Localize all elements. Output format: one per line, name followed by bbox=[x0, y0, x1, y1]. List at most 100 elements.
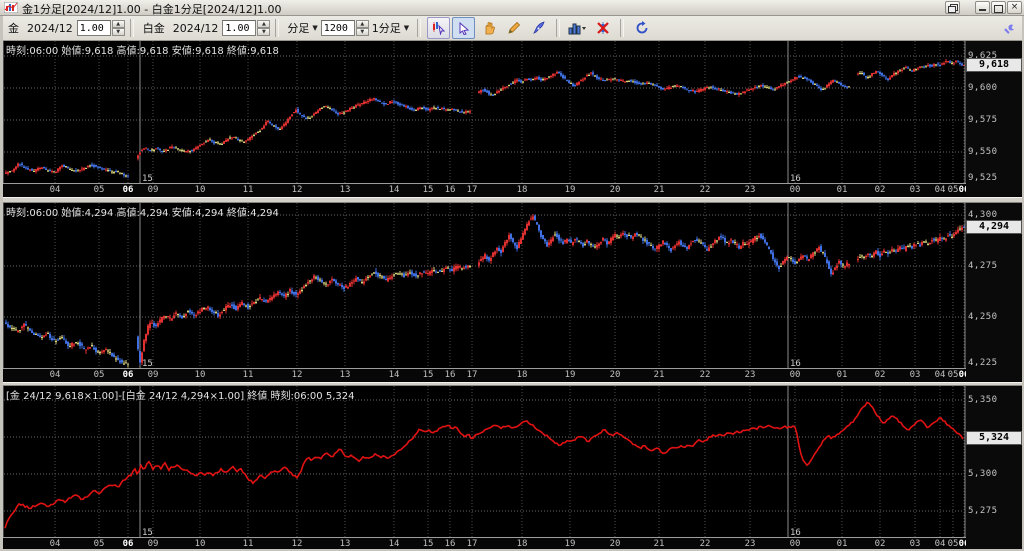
x-axis-label: 23 bbox=[744, 539, 756, 549]
gold-multiplier-input[interactable] bbox=[76, 20, 111, 36]
delete-drawing-button[interactable] bbox=[591, 17, 614, 39]
y-axis-label: 5,275 bbox=[968, 506, 998, 516]
x-axis-label: 11 bbox=[242, 539, 254, 549]
app-chart-icon bbox=[4, 2, 18, 13]
x-axis-label: 19 bbox=[564, 539, 576, 549]
bar-count-stepper[interactable]: ▲ ▼ bbox=[355, 20, 369, 36]
x-axis-label: 15 bbox=[422, 539, 434, 549]
chart-type-button[interactable] bbox=[566, 17, 589, 39]
platinum-contract: 2024/12 bbox=[172, 21, 219, 35]
bar-type-dropdown[interactable]: 分足 ▼ bbox=[287, 20, 317, 36]
x-axis-label: 14 bbox=[388, 370, 400, 380]
x-axis-label: 13 bbox=[339, 185, 351, 195]
cascade-window-icon[interactable] bbox=[945, 1, 960, 14]
draw-pen-button[interactable] bbox=[527, 17, 550, 39]
select-arrow-button[interactable] bbox=[452, 17, 476, 39]
x-axis-label: 21 bbox=[653, 370, 665, 380]
x-axis-label: 20 bbox=[609, 370, 621, 380]
kline-cursor-icon bbox=[433, 22, 446, 35]
x-axis-label: 13 bbox=[339, 370, 351, 380]
chart-window: 金1分足[2024/12]1.00 - 白金1分足[2024/12]1.00 ×… bbox=[0, 0, 1024, 551]
toolbar-separator bbox=[620, 19, 625, 37]
x-axis-label: 10 bbox=[194, 185, 206, 195]
x-axis-label: 00 bbox=[789, 185, 801, 195]
x-axis-label: 21 bbox=[653, 539, 665, 549]
chevron-down-icon: ▼ bbox=[312, 24, 318, 32]
x-axis-label: 16 bbox=[444, 370, 456, 380]
bar-chart-icon bbox=[568, 23, 587, 35]
x-axis-label: 03 bbox=[909, 370, 921, 380]
x-axis-label: 21 bbox=[653, 185, 665, 195]
kline-cursor-button[interactable] bbox=[427, 17, 451, 39]
gold-x-axis: 04 05 06 09 10 11 12 13 14 15 16 17 18 19 20 21 22 23 00 01… bbox=[0, 183, 1022, 196]
y-axis-label: 9,575 bbox=[968, 115, 998, 125]
platinum-chart-canvas[interactable]: 15 16 bbox=[0, 203, 1024, 368]
platinum-label: 白金 bbox=[142, 22, 165, 35]
window-left-border bbox=[0, 16, 3, 551]
x-axis-label: 12 bbox=[291, 370, 303, 380]
x-axis-label: 15 bbox=[422, 370, 434, 380]
close-icon[interactable]: × bbox=[1007, 1, 1022, 14]
gold-contract: 2024/12 bbox=[27, 21, 73, 35]
x-axis-label: 17 bbox=[466, 370, 478, 380]
panel-splitter[interactable] bbox=[0, 382, 1024, 386]
minimize-icon[interactable] bbox=[975, 1, 990, 14]
toolbar-separator bbox=[417, 19, 422, 37]
x-axis-label: 06 bbox=[122, 539, 134, 549]
refresh-button[interactable] bbox=[630, 17, 653, 39]
hand-pan-icon bbox=[485, 22, 495, 35]
y-axis-label: 9,600 bbox=[968, 83, 998, 93]
x-axis-label: 23 bbox=[744, 370, 756, 380]
platinum-multiplier-input[interactable] bbox=[222, 20, 257, 36]
x-axis-label: 02 bbox=[874, 185, 886, 195]
titlebar[interactable]: 金1分足[2024/12]1.00 - 白金1分足[2024/12]1.00 × bbox=[0, 0, 1024, 16]
current-price-badge: 5,324 bbox=[966, 431, 1022, 446]
current-price-badge: 4,294 bbox=[966, 220, 1022, 235]
gold-y-axis: 9,625 9,600 9,575 9,550 9,525 9,618 bbox=[966, 41, 1022, 196]
interval-dropdown[interactable]: 1分足 ▼ bbox=[372, 20, 409, 36]
hand-pan-button[interactable] bbox=[477, 17, 500, 39]
gold-chart-canvas[interactable]: 15 16 bbox=[0, 41, 1024, 183]
x-axis-label: 09 bbox=[147, 370, 159, 380]
x-axis-label: 00 bbox=[789, 539, 801, 549]
x-axis-label: 11 bbox=[242, 185, 254, 195]
x-axis-label: 19 bbox=[564, 370, 576, 380]
svg-text:15: 15 bbox=[142, 528, 153, 537]
x-axis-label: 01 bbox=[836, 185, 848, 195]
x-axis-label: 16 bbox=[444, 539, 456, 549]
y-axis-label: 5,350 bbox=[968, 395, 998, 405]
settings-wrench-button[interactable] bbox=[998, 19, 1018, 39]
svg-text:16: 16 bbox=[790, 174, 801, 183]
wrench-icon bbox=[1003, 24, 1014, 34]
current-price-badge: 9,618 bbox=[966, 57, 1022, 72]
x-axis-label: 02 bbox=[874, 539, 886, 549]
platinum-x-axis: 04 05 06 09 10 11 12 13 14 15 16 17 18 19 20 21 22 23 00 01… bbox=[0, 368, 1022, 381]
x-axis-label: 04 bbox=[49, 185, 61, 195]
spread-chart-canvas[interactable]: 15 16 bbox=[0, 386, 1024, 537]
y-axis-label: 4,225 bbox=[968, 358, 998, 368]
x-axis-label: 18 bbox=[516, 539, 528, 549]
x-axis-label: 22 bbox=[699, 185, 711, 195]
x-axis-label: 01 bbox=[836, 370, 848, 380]
draw-pencil-button[interactable] bbox=[502, 17, 525, 39]
svg-text:15: 15 bbox=[142, 359, 153, 368]
y-axis-label: 4,300 bbox=[968, 210, 998, 220]
refresh-icon bbox=[636, 21, 648, 34]
platinum-multiplier-stepper[interactable]: ▲ ▼ bbox=[257, 20, 271, 36]
x-axis-label: 09 bbox=[147, 539, 159, 549]
pencil-icon bbox=[508, 21, 520, 34]
x-axis-label: 06 bbox=[122, 370, 134, 380]
svg-text:16: 16 bbox=[790, 528, 801, 537]
y-axis-label: 4,275 bbox=[968, 261, 998, 271]
x-axis-label: 02 bbox=[874, 370, 886, 380]
gold-multiplier-stepper[interactable]: ▲ ▼ bbox=[111, 20, 125, 36]
bar-count-input[interactable] bbox=[320, 20, 355, 36]
x-axis-label: 22 bbox=[699, 370, 711, 380]
maximize-icon[interactable] bbox=[991, 1, 1006, 14]
delete-x-icon bbox=[596, 22, 609, 34]
x-axis-label: 23 bbox=[744, 185, 756, 195]
panel-splitter[interactable] bbox=[0, 197, 1024, 203]
x-axis-label: 12 bbox=[291, 185, 303, 195]
x-axis-label: 15 bbox=[422, 185, 434, 195]
x-axis-label: 10 bbox=[194, 539, 206, 549]
